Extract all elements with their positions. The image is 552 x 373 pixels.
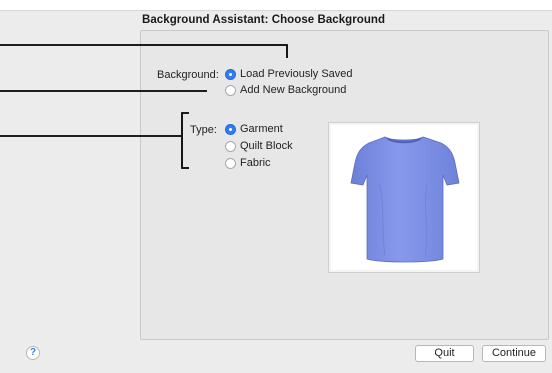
radio-quilt-block[interactable]: Quilt Block: [225, 139, 293, 153]
screenshot-root: Background Assistant: Choose Background …: [0, 0, 552, 373]
background-label: Background:: [157, 69, 219, 81]
radio-add-new-background[interactable]: Add New Background: [225, 83, 346, 97]
radio-selected-icon[interactable]: [225, 68, 236, 80]
radio-label: Quilt Block: [240, 140, 293, 152]
radio-label: Add New Background: [240, 84, 347, 96]
type-label: Type:: [190, 124, 217, 136]
dialog-title: Background Assistant: Choose Background: [142, 14, 386, 26]
background-preview: [328, 122, 480, 273]
radio-unselected-icon[interactable]: [225, 157, 236, 169]
continue-button[interactable]: Continue: [482, 345, 546, 362]
quit-button[interactable]: Quit: [415, 345, 474, 362]
radio-fabric[interactable]: Fabric: [225, 156, 271, 170]
help-button[interactable]: ?: [26, 346, 40, 360]
tshirt-garment-icon: [350, 136, 460, 263]
radio-unselected-icon[interactable]: [225, 84, 236, 96]
radio-garment[interactable]: Garment: [225, 122, 283, 136]
radio-selected-icon[interactable]: [225, 123, 236, 135]
radio-load-previously-saved[interactable]: Load Previously Saved: [225, 67, 353, 81]
radio-label: Load Previously Saved: [240, 68, 353, 80]
radio-label: Garment: [240, 123, 283, 135]
radio-label: Fabric: [240, 157, 271, 169]
radio-unselected-icon[interactable]: [225, 140, 236, 152]
